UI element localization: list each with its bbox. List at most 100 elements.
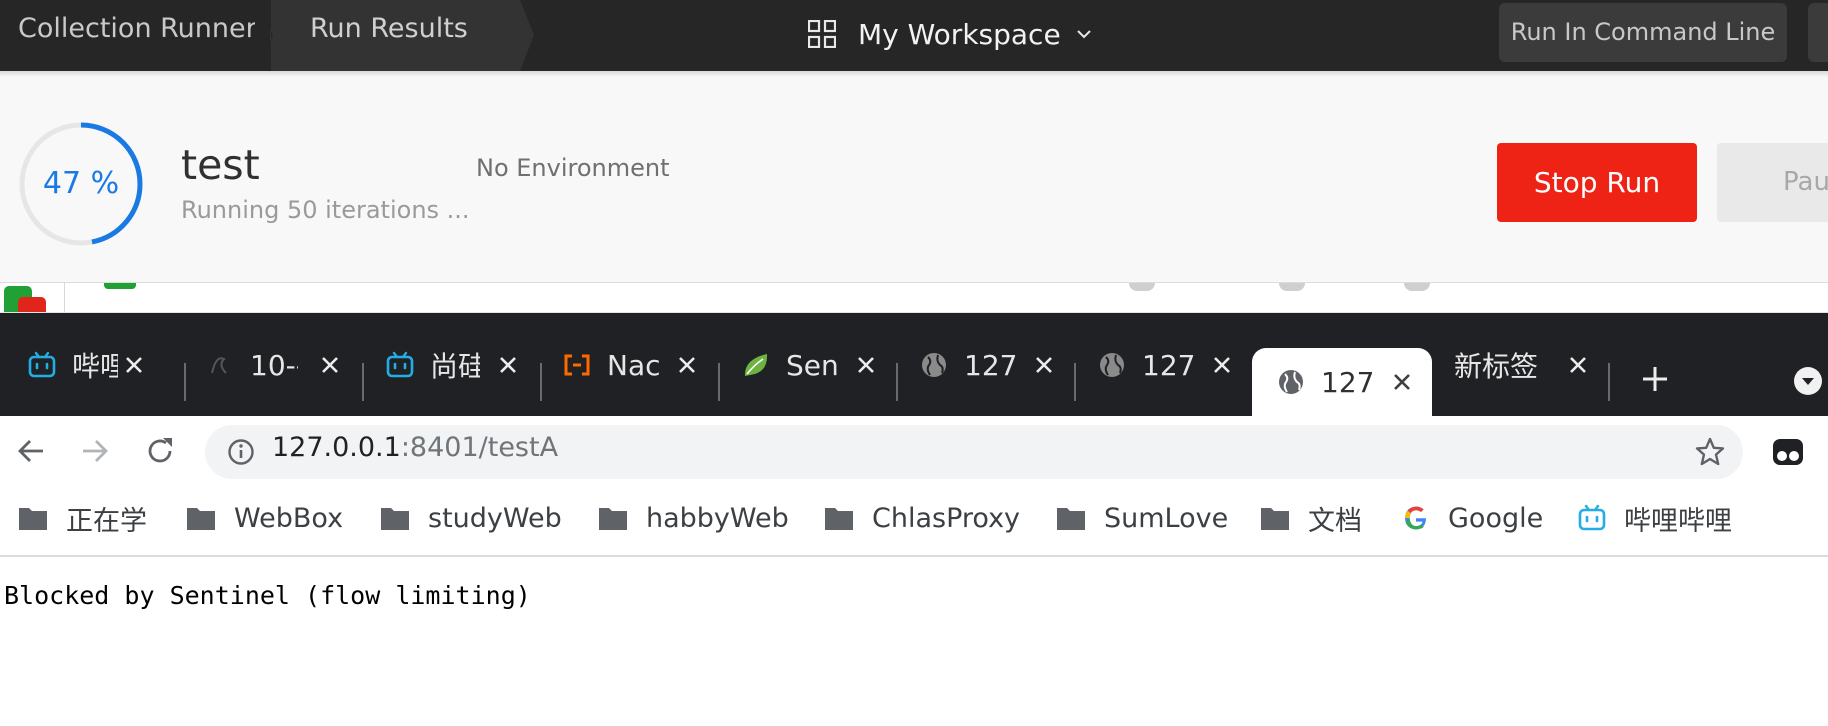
postman-topbar: Collection Runner Run Results My Workspa… — [0, 0, 1828, 71]
tab-title: 127 — [1321, 365, 1375, 399]
run-status: Running 50 iterations ... — [181, 196, 470, 224]
bookmarks-bar: 正在学 WebBox studyWeb habbyWeb ChlasProxy … — [0, 487, 1828, 557]
reload-icon[interactable] — [145, 436, 175, 466]
browser-toolbar: 127.0.0.1:8401/testA — [0, 416, 1828, 487]
close-icon[interactable] — [677, 355, 697, 375]
forward-arrow-icon[interactable] — [80, 436, 110, 466]
tab-separator — [362, 363, 364, 401]
google-icon — [1405, 506, 1426, 530]
folder-icon — [1261, 508, 1289, 530]
tab-bilibili[interactable]: 哔哩 — [28, 335, 178, 395]
info-icon[interactable] — [227, 438, 255, 466]
extra-toolbar-button[interactable] — [1808, 3, 1828, 62]
tab-nacos[interactable]: Nac — [563, 335, 713, 395]
back-arrow-icon[interactable] — [16, 436, 46, 466]
url-host: 127.0.0.1 — [272, 432, 401, 463]
tab-sentinel[interactable]: Sen — [742, 335, 892, 395]
run-summary: 47 % test Running 50 iterations ... No E… — [0, 77, 1828, 282]
folder-icon — [381, 508, 409, 530]
tab-bilibili-2[interactable]: 尚硅 — [386, 335, 536, 395]
run-environment: No Environment — [476, 154, 670, 182]
breadcrumb-notch — [257, 0, 273, 71]
bilibili-icon — [28, 351, 56, 378]
plus-icon[interactable] — [1641, 365, 1669, 393]
tab-localhost-1[interactable]: 127 — [920, 335, 1070, 395]
workspace-label: My Workspace — [858, 17, 1061, 51]
globe-icon — [922, 353, 946, 377]
tab-title: 127 — [964, 348, 1016, 382]
stop-run-button[interactable]: Stop Run — [1497, 143, 1697, 222]
folder-icon — [825, 508, 853, 530]
bookmark-folder[interactable]: studyWeb — [380, 500, 562, 536]
extension-incognito-icon[interactable] — [1772, 436, 1804, 468]
grid-icon — [808, 20, 836, 48]
breadcrumb-arrow — [518, 0, 534, 71]
tab-separator — [1074, 363, 1076, 401]
bookmark-google[interactable]: Google — [1402, 500, 1543, 536]
tab-localhost-active[interactable]: 127 — [1252, 348, 1432, 416]
breadcrumb-collection-runner[interactable]: Collection Runner — [18, 0, 257, 57]
bookmark-folder[interactable]: SumLove — [1056, 500, 1228, 536]
bookmark-label: Google — [1448, 502, 1544, 534]
bookmark-folder[interactable]: WebBox — [186, 500, 343, 536]
folder-icon — [187, 508, 215, 530]
bookmark-folder[interactable]: ChlasProxy — [824, 500, 1020, 536]
status-dot — [1129, 283, 1155, 291]
bookmark-folder[interactable]: habbyWeb — [598, 500, 789, 536]
tab-localhost-2[interactable]: 127 — [1098, 335, 1248, 395]
tab-title: 哔哩 — [72, 350, 118, 383]
status-dot — [1404, 283, 1430, 291]
tab-separator — [896, 363, 898, 401]
chevron-down-icon — [1076, 30, 1091, 39]
tab-title: 新标签 — [1454, 350, 1539, 383]
breadcrumb-run-results[interactable]: Run Results — [310, 0, 468, 57]
pause-button[interactable]: Pause — [1717, 143, 1828, 222]
globe-icon — [1279, 370, 1303, 394]
tab-separator — [540, 363, 542, 401]
tab-separator — [718, 363, 720, 401]
workspace-switcher[interactable]: My Workspace — [808, 14, 1091, 54]
chevron-down-icon — [1802, 378, 1814, 385]
folder-icon — [19, 508, 47, 530]
folder-icon — [599, 508, 627, 530]
progress-percent: 47 % — [42, 166, 120, 201]
tab-title: 10-- — [250, 348, 298, 382]
alibaba-cloud-icon — [564, 354, 590, 376]
close-icon[interactable] — [1568, 355, 1588, 375]
bilibili-icon — [386, 351, 414, 378]
tab-search-button[interactable] — [1794, 367, 1822, 395]
run-in-command-line-button[interactable]: Run In Command Line — [1499, 3, 1787, 62]
bookmark-label: SumLove — [1104, 502, 1229, 534]
column-divider — [64, 283, 65, 313]
run-collection-name: test — [181, 141, 260, 189]
tab-separator — [184, 363, 186, 401]
close-icon[interactable] — [1392, 372, 1412, 392]
browser-tab-strip: 哔哩 10-- 尚硅 Nac — [0, 313, 1828, 416]
bookmark-label: 正在学 — [66, 505, 147, 537]
generic-page-icon — [211, 357, 227, 374]
star-icon[interactable] — [1694, 436, 1726, 468]
tab-new-tab[interactable]: 新标签 — [1454, 335, 1604, 395]
tab-separator — [1608, 363, 1610, 401]
bookmark-label: habbyWeb — [646, 502, 789, 534]
bookmark-folder[interactable]: 文档 — [1260, 500, 1362, 537]
bilibili-icon — [1578, 504, 1606, 531]
close-icon[interactable] — [498, 355, 518, 375]
tab-generic-page[interactable]: 10-- — [206, 335, 356, 395]
close-icon[interactable] — [856, 355, 876, 375]
bookmark-label: WebBox — [234, 502, 344, 534]
bookmark-label: ChlasProxy — [872, 502, 1021, 534]
close-icon[interactable] — [1034, 355, 1054, 375]
bookmark-folder[interactable]: 正在学 — [18, 500, 147, 537]
close-icon[interactable] — [124, 355, 144, 375]
url-text: 127.0.0.1:8401/testA — [272, 432, 558, 463]
bookmark-bilibili[interactable]: 哔哩哔哩 — [1578, 500, 1732, 537]
close-icon[interactable] — [1212, 355, 1232, 375]
status-badge — [104, 283, 136, 289]
blocked-message: Blocked by Sentinel (flow limiting) — [4, 581, 531, 610]
results-row-peek — [0, 283, 1828, 315]
folder-icon — [1057, 508, 1085, 530]
tab-title: Sen — [786, 348, 838, 382]
close-icon[interactable] — [320, 355, 340, 375]
bookmark-label: 哔哩哔哩 — [1624, 505, 1732, 537]
